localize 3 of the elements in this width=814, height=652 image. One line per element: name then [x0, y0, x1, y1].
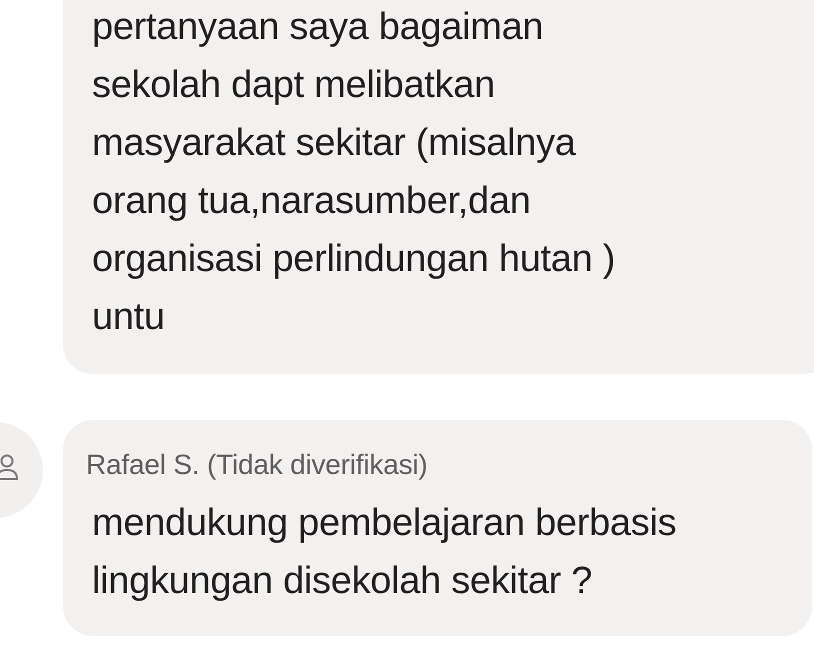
message-text: pertanyaan saya bagaiman sekolah dapt melibatkan masyarakat sekitar (misalnya orang tua,narasumber,dan organisasi perlindungan hutan ) untu: [92, 5, 616, 340]
message-text: mendukung pembelajaran berbasis lingkungan disekolah sekitar ?: [91, 501, 678, 604]
author-name: Rafael S. (Tidak diverifikasi): [86, 448, 429, 482]
